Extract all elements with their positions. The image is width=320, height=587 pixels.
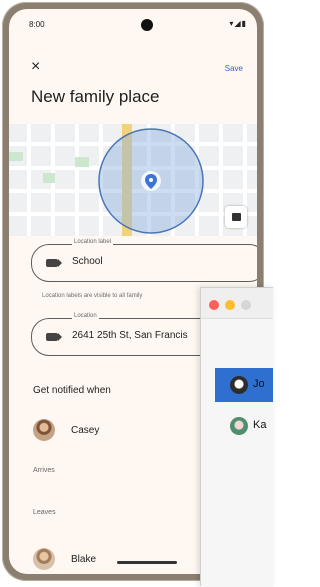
- label-icon: [46, 259, 62, 267]
- layers-icon: [231, 213, 241, 221]
- save-button[interactable]: Save: [225, 64, 243, 73]
- contact-item[interactable]: Ka: [215, 409, 273, 443]
- label-icon: [46, 333, 62, 341]
- zoom-window-button[interactable]: [241, 300, 251, 310]
- contact-name: Jo: [253, 378, 265, 390]
- notifications-heading: Get notified when: [33, 385, 111, 396]
- location-label-field[interactable]: Location label School: [31, 239, 257, 282]
- contacts-window: Jo Ka: [200, 287, 273, 587]
- map-view[interactable]: [9, 124, 257, 236]
- status-icons: ▾◢▮: [229, 19, 247, 28]
- close-window-button[interactable]: [209, 300, 219, 310]
- close-icon[interactable]: ×: [31, 59, 40, 75]
- leaves-option[interactable]: Leaves: [33, 509, 56, 516]
- location-label-helper-text: Location labels are visible to all famil…: [42, 293, 143, 299]
- window-titlebar[interactable]: [201, 288, 273, 318]
- contact-avatar: [230, 376, 248, 394]
- person-name: Blake: [71, 554, 97, 565]
- location-address-field-label: Location: [72, 313, 99, 319]
- home-indicator[interactable]: [117, 561, 177, 564]
- location-label-value: School: [72, 256, 103, 267]
- person-name: Casey: [71, 425, 100, 436]
- minimize-window-button[interactable]: [225, 300, 235, 310]
- avatar: [33, 419, 55, 441]
- status-bar: 8:00 ▾◢▮: [9, 9, 257, 35]
- arrives-option[interactable]: Arrives: [33, 467, 55, 474]
- map-graphic: [9, 124, 257, 236]
- avatar: [33, 548, 55, 570]
- contact-name: Ka: [253, 419, 267, 431]
- front-camera: [141, 19, 153, 31]
- page-title: New family place: [31, 87, 160, 106]
- status-time: 8:00: [29, 20, 45, 29]
- layers-button[interactable]: [225, 206, 247, 228]
- location-label-field-label: Location label: [72, 239, 114, 245]
- person-row-casey[interactable]: Casey: [33, 419, 213, 445]
- location-address-value: 2641 25th St, San Francis: [72, 330, 188, 341]
- contact-item-selected[interactable]: Jo: [215, 368, 273, 402]
- contacts-list: Jo Ka: [201, 318, 273, 587]
- contact-avatar: [230, 417, 248, 435]
